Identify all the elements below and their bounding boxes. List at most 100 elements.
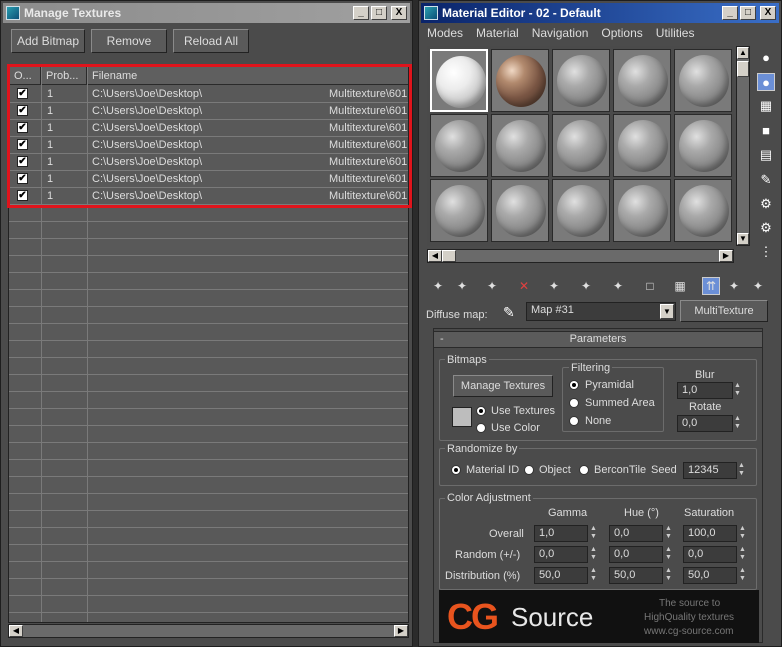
get-material-icon[interactable]: ✦ — [429, 277, 447, 295]
sample-slot-2[interactable] — [491, 49, 549, 112]
spinner-icon[interactable]: ▲ ▼ — [738, 546, 747, 563]
go-to-parent-icon[interactable]: ✦ — [725, 277, 743, 295]
table-row[interactable] — [9, 239, 408, 256]
filename-suffix-cell[interactable]: Multitexture\601 — [329, 88, 407, 100]
filename-suffix-cell[interactable]: Multitexture\601 — [329, 105, 407, 117]
enabled-checkbox[interactable]: ✔ — [17, 105, 28, 116]
spinner-icon[interactable]: ▲ ▼ — [589, 525, 598, 542]
sample-slot-3[interactable] — [552, 49, 610, 112]
parameters-rollout-header[interactable]: - Parameters — [433, 331, 763, 348]
table-row[interactable] — [9, 341, 408, 358]
rotate-spinner-icon[interactable]: ▲ ▼ — [733, 415, 742, 432]
sample-slot-10[interactable] — [674, 114, 732, 177]
filename-suffix-cell[interactable]: Multitexture\601 — [329, 190, 407, 202]
table-row[interactable]: ✔ 1 C:\Users\Joe\Desktop\ Multitexture\601 — [9, 188, 408, 205]
table-row[interactable]: ✔ 1 C:\Users\Joe\Desktop\ Multitexture\601 — [9, 154, 408, 171]
show-map-in-viewport-icon[interactable]: ▦ — [671, 277, 689, 295]
random-hue-field[interactable]: 0,0 — [609, 546, 663, 563]
table-row[interactable] — [9, 596, 408, 613]
color-swatch[interactable] — [452, 407, 472, 427]
probability-cell[interactable]: 1 — [47, 139, 53, 151]
filename-cell[interactable]: C:\Users\Joe\Desktop\ — [92, 173, 202, 185]
table-row[interactable] — [9, 205, 408, 222]
table-row[interactable] — [9, 545, 408, 562]
seed-field[interactable]: 12345 — [683, 462, 737, 479]
filename-cell[interactable]: C:\Users\Joe\Desktop\ — [92, 190, 202, 202]
assign-to-selection-icon[interactable]: ✦ — [483, 277, 501, 295]
table-row[interactable] — [9, 562, 408, 579]
sample-slot-15[interactable] — [674, 179, 732, 242]
spinner-icon[interactable]: ▲ ▼ — [589, 546, 598, 563]
backlight-icon[interactable]: ● — [757, 73, 775, 91]
table-row[interactable] — [9, 256, 408, 273]
make-preview-icon[interactable]: ✎ — [757, 171, 775, 189]
use-textures-radio[interactable] — [476, 406, 486, 416]
table-row[interactable] — [9, 460, 408, 477]
table-row[interactable] — [9, 273, 408, 290]
enabled-checkbox[interactable]: ✔ — [17, 122, 28, 133]
spinner-icon[interactable]: ▲ ▼ — [664, 567, 673, 584]
object-radio[interactable] — [524, 465, 534, 475]
table-row[interactable] — [9, 222, 408, 239]
sample-type-icon[interactable]: ● — [757, 48, 775, 66]
probability-cell[interactable]: 1 — [47, 88, 53, 100]
sample-horizontal-scrollbar[interactable]: ◀ ▶ — [427, 249, 734, 263]
table-row[interactable] — [9, 375, 408, 392]
minimize-button[interactable]: _ — [353, 6, 369, 20]
overall-gamma-field[interactable]: 1,0 — [534, 525, 588, 542]
filename-cell[interactable]: C:\Users\Joe\Desktop\ — [92, 156, 202, 168]
put-to-scene-icon[interactable]: ✦ — [453, 277, 471, 295]
table-row[interactable] — [9, 528, 408, 545]
maximize-button[interactable]: □ — [371, 6, 387, 20]
menu-navigation[interactable]: Navigation — [526, 25, 596, 43]
column-header-filename[interactable]: Filename — [87, 67, 408, 85]
filename-cell[interactable]: C:\Users\Joe\Desktop\ — [92, 122, 202, 134]
blur-field[interactable]: 1,0 — [677, 382, 733, 399]
filename-suffix-cell[interactable]: Multitexture\601 — [329, 122, 407, 134]
overall-saturation-field[interactable]: 100,0 — [683, 525, 737, 542]
distribution-saturation-field[interactable]: 50,0 — [683, 567, 737, 584]
close-button[interactable]: X — [391, 6, 407, 20]
column-header-probability[interactable]: Prob... — [41, 67, 87, 85]
material-id-channel-icon[interactable]: □ — [641, 277, 659, 295]
manage-textures-titlebar[interactable]: Manage Textures _ □ X — [3, 3, 410, 23]
table-row[interactable] — [9, 324, 408, 341]
use-color-radio[interactable] — [476, 423, 486, 433]
summed-area-radio[interactable] — [569, 398, 579, 408]
minimize-button[interactable]: _ — [722, 6, 738, 20]
rotate-field[interactable]: 0,0 — [677, 415, 733, 432]
filename-suffix-cell[interactable]: Multitexture\601 — [329, 139, 407, 151]
enabled-checkbox[interactable]: ✔ — [17, 173, 28, 184]
spinner-icon[interactable]: ▲ ▼ — [664, 525, 673, 542]
enabled-checkbox[interactable]: ✔ — [17, 139, 28, 150]
scroll-left-icon[interactable]: ◀ — [428, 250, 442, 262]
probability-cell[interactable]: 1 — [47, 105, 53, 117]
table-row[interactable]: ✔ 1 C:\Users\Joe\Desktop\ Multitexture\601 — [9, 137, 408, 154]
filename-cell[interactable]: C:\Users\Joe\Desktop\ — [92, 139, 202, 151]
table-row[interactable]: ✔ 1 C:\Users\Joe\Desktop\ Multitexture\601 — [9, 171, 408, 188]
distribution-hue-field[interactable]: 50,0 — [609, 567, 663, 584]
filename-suffix-cell[interactable]: Multitexture\601 — [329, 156, 407, 168]
video-color-check-icon[interactable]: ▤ — [757, 146, 775, 164]
menu-modes[interactable]: Modes — [421, 25, 470, 43]
sample-slot-12[interactable] — [491, 179, 549, 242]
menu-utilities[interactable]: Utilities — [650, 25, 702, 43]
map-name-field[interactable]: Map #31 — [526, 302, 676, 321]
sample-slot-7[interactable] — [491, 114, 549, 177]
scroll-down-icon[interactable]: ▼ — [737, 233, 749, 245]
menu-options[interactable]: Options — [595, 25, 649, 43]
filename-suffix-cell[interactable]: Multitexture\601 — [329, 173, 407, 185]
table-row[interactable] — [9, 579, 408, 596]
table-row[interactable]: ✔ 1 C:\Users\Joe\Desktop\ Multitexture\601 — [9, 120, 408, 137]
material-id-radio[interactable] — [451, 465, 461, 475]
sample-slot-11[interactable] — [430, 179, 488, 242]
sample-slot-8[interactable] — [552, 114, 610, 177]
table-row[interactable] — [9, 477, 408, 494]
enabled-checkbox[interactable]: ✔ — [17, 88, 28, 99]
options-icon[interactable]: ⚙ — [757, 195, 775, 213]
sample-slot-6[interactable] — [430, 114, 488, 177]
table-row[interactable]: ✔ 1 C:\Users\Joe\Desktop\ Multitexture\601 — [9, 86, 408, 103]
add-bitmap-button[interactable]: Add Bitmap — [11, 29, 85, 53]
filename-cell[interactable]: C:\Users\Joe\Desktop\ — [92, 88, 202, 100]
sample-slot-9[interactable] — [613, 114, 671, 177]
